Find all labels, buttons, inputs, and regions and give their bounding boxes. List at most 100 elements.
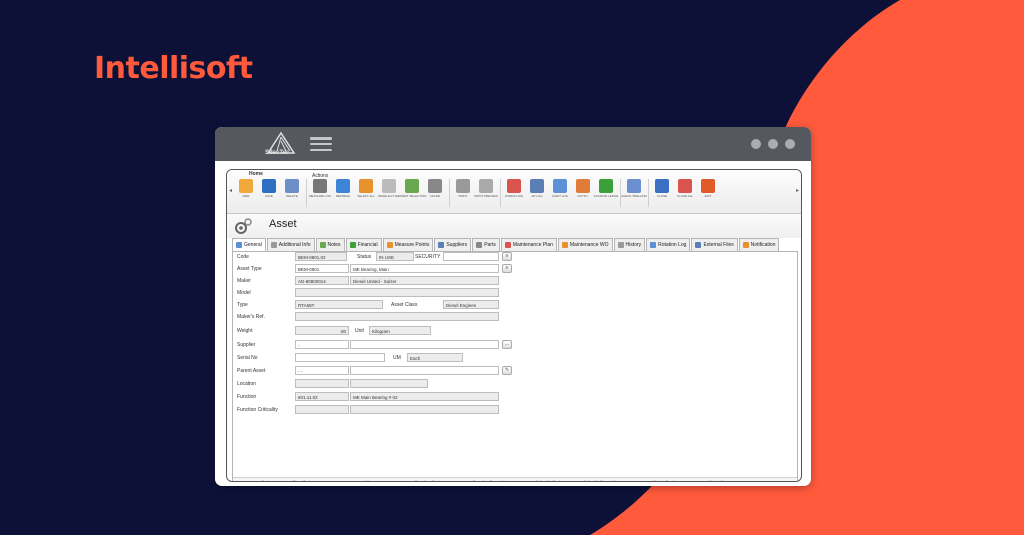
tab-maintenance-plan[interactable]: Maintenance Plan — [500, 238, 557, 251]
ribbon-button-check[interactable]: ACKNOW LEDGE — [594, 179, 618, 209]
ribbon-separator — [648, 179, 649, 207]
window-dot-1[interactable] — [751, 139, 761, 149]
tab-additional-info[interactable]: Additional Info — [266, 238, 315, 251]
location-code-field[interactable] — [295, 379, 349, 388]
ribbon-tab-home[interactable]: Home — [249, 171, 263, 177]
tab-external-files[interactable]: External Files — [691, 238, 738, 251]
asset-type-label: Asset Type — [237, 266, 262, 272]
status-label: Status — [357, 254, 372, 260]
tab-rotation-log[interactable]: Rotation Log — [646, 238, 691, 251]
maker-name-field[interactable]: Diesel United - Sulzer — [350, 276, 499, 285]
tab-label: Rotation Log — [658, 242, 687, 248]
ribbon-button-save[interactable]: SAVE — [259, 179, 279, 209]
serial-field[interactable] — [295, 353, 385, 362]
ribbon-button-deselect-all[interactable]: DESELECT ALL — [378, 179, 400, 209]
tab-parts[interactable]: Parts — [472, 238, 500, 251]
ribbon-button-label: MEASURE LOG — [309, 194, 332, 198]
supplier-code-field[interactable]: - — [295, 340, 349, 349]
parent-asset-code-field[interactable]: - - — [295, 366, 349, 375]
security-field[interactable] — [443, 252, 499, 261]
type-field[interactable]: RTA58T — [295, 300, 383, 309]
tab-general[interactable]: General — [232, 238, 266, 251]
ribbon-separator — [306, 179, 307, 207]
ribbon-button-select-all[interactable]: SELECT ALL — [356, 179, 376, 209]
deselect-all-icon — [382, 179, 396, 193]
function-name-field[interactable]: ME Main Bearing # 02 — [350, 392, 499, 401]
ribbon-button-close-window[interactable]: CLOSE — [652, 179, 672, 209]
grid-column-header[interactable]: Maker Code — [653, 479, 675, 481]
grid-column-header[interactable]: Function Code — [415, 479, 441, 481]
ribbon-button-close-all[interactable]: CLOSE ALL — [675, 179, 695, 209]
app-window: SdecTec ◂ Home Actions NEW SAVE DELETE MEAS… — [215, 127, 811, 486]
uom-field[interactable]: Each — [407, 353, 463, 362]
criticality-code-field[interactable] — [295, 405, 349, 414]
window-dot-2[interactable] — [768, 139, 778, 149]
tab-financial[interactable]: Financial — [345, 238, 382, 251]
ribbon-button-spelling[interactable]: CHECK SPELLING — [621, 179, 647, 209]
security-lookup-button[interactable]: ≡ — [502, 252, 512, 261]
grid-column-header[interactable]: Function Description — [473, 479, 509, 481]
ribbon-button-new[interactable]: NEW — [236, 179, 256, 209]
grid-column-header[interactable]: Criticality Code — [535, 479, 562, 481]
ribbon-button-filter[interactable]: FILTER — [425, 179, 445, 209]
tab-notes[interactable]: Notes — [315, 238, 345, 251]
ribbon-button-print[interactable]: PRINT — [453, 179, 473, 209]
function-code-field[interactable]: 601.11.02 — [295, 392, 349, 401]
asset-type-lookup-button[interactable]: ≡ — [502, 264, 512, 273]
parent-asset-lookup-button[interactable]: ✎ — [502, 366, 512, 375]
tab-history[interactable]: History — [613, 238, 646, 251]
refresh-icon — [336, 179, 350, 193]
ribbon-button-refresh[interactable]: REFRESH — [333, 179, 353, 209]
ribbon-button-print-preview[interactable]: PRINT PREVIEW — [474, 179, 498, 209]
grid-column-header[interactable]: Name — [366, 479, 377, 481]
ribbon-scroll-right-icon[interactable]: ▸ — [796, 187, 799, 194]
ribbon-button-delete[interactable]: DELETE — [282, 179, 302, 209]
asset-type-name-field[interactable]: ME Bearing, Main — [350, 264, 499, 273]
unit-field[interactable]: Kilogram — [369, 326, 431, 335]
tab-notification[interactable]: Notification — [738, 238, 780, 251]
tab-icon — [561, 242, 568, 248]
close-window-icon — [655, 179, 669, 193]
window-titlebar: SdecTec — [215, 127, 811, 161]
tab-icon — [319, 242, 326, 248]
asset-type-code-field[interactable]: BEM-0801 — [295, 264, 349, 273]
parent-asset-name-field[interactable] — [350, 366, 499, 375]
exit-icon — [701, 179, 715, 193]
code-field[interactable]: BEM-0801.02 — [295, 252, 347, 261]
ribbon-button-clock[interactable]: AP LOG — [527, 179, 547, 209]
supplier-name-field[interactable] — [350, 340, 499, 349]
asset-class-field[interactable]: Diesel Engines — [443, 300, 499, 309]
tab-measure-points[interactable]: Measure Points — [382, 238, 434, 251]
tab-label: Maintenance WO — [569, 242, 609, 248]
location-name-field[interactable] — [350, 379, 428, 388]
grid-column-header[interactable]: Type Code — [293, 479, 312, 481]
hamburger-menu-icon[interactable] — [310, 137, 332, 151]
model-field[interactable] — [295, 288, 499, 297]
grid-column-header[interactable]: Code — [261, 479, 271, 481]
ribbon-button-label: DELETE — [286, 194, 298, 198]
ribbon-button-workflow[interactable]: WORKFLOW — [504, 179, 524, 209]
supplier-lookup-button[interactable]: … — [502, 340, 512, 349]
ribbon-button-label: CLOSE — [656, 194, 668, 198]
status-field[interactable]: IN USE — [376, 252, 414, 261]
ribbon-button-invert[interactable]: INVERT SELECTION — [398, 179, 426, 209]
ribbon-scroll-left-icon[interactable]: ◂ — [229, 187, 232, 194]
maker-code-field[interactable]: AD-80800014 — [295, 276, 349, 285]
ribbon-button-user[interactable]: MEASURE LOG — [309, 179, 332, 209]
ribbon-button-notify[interactable]: NOTIFY — [573, 179, 593, 209]
window-dot-3[interactable] — [785, 139, 795, 149]
ribbon-button-exit[interactable]: EXIT — [698, 179, 718, 209]
grid-column-header[interactable]: Criticality Description — [583, 479, 620, 481]
weight-field[interactable]: .00 — [295, 326, 349, 335]
ribbon-button-label: DESELECT ALL — [378, 194, 400, 198]
makers-ref-field[interactable] — [295, 312, 499, 321]
filter-icon — [428, 179, 442, 193]
grid-column-header[interactable]: Maker Name — [709, 479, 732, 481]
tab-label: Suppliers — [446, 242, 468, 248]
ribbon-button-label: FILTER — [429, 194, 441, 198]
tab-suppliers[interactable]: Suppliers — [434, 238, 472, 251]
tab-maintenance-wo[interactable]: Maintenance WO — [557, 238, 613, 251]
criticality-name-field[interactable] — [350, 405, 499, 414]
ribbon-button-audit[interactable]: AUDIT LOG — [550, 179, 570, 209]
ribbon-separator — [449, 179, 450, 207]
